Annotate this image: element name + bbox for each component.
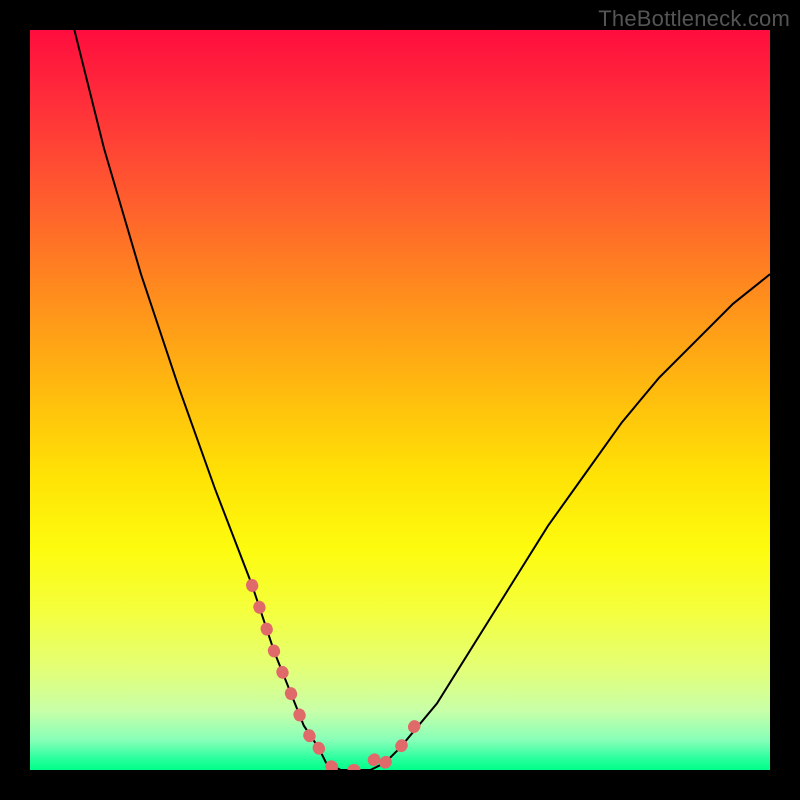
bottleneck-curve bbox=[74, 30, 770, 770]
watermark-text: TheBottleneck.com bbox=[598, 6, 790, 32]
chart-container: TheBottleneck.com bbox=[0, 0, 800, 800]
plot-area bbox=[30, 30, 770, 770]
curve-svg bbox=[30, 30, 770, 770]
highlight-right bbox=[385, 715, 422, 762]
highlight-left bbox=[252, 585, 319, 748]
